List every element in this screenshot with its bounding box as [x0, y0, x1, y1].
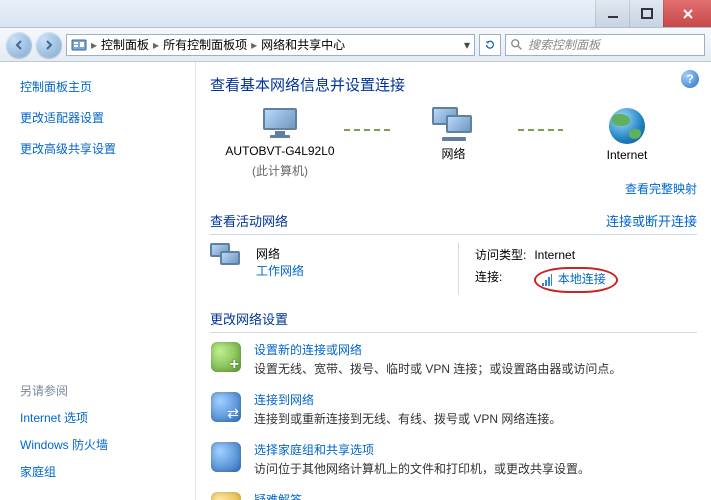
connect-disconnect-link[interactable]: 连接或断开连接 [606, 211, 697, 230]
breadcrumb-dropdown-icon[interactable]: ▾ [460, 38, 470, 52]
window-minimize-button[interactable] [595, 0, 629, 27]
sidebar-home-link[interactable]: 控制面板主页 [20, 78, 185, 95]
map-node-network[interactable]: 网络 [394, 107, 514, 180]
breadcrumb-item[interactable]: 所有控制面板项 [163, 36, 247, 53]
setting-title[interactable]: 连接到网络 [254, 391, 561, 408]
access-type-value: Internet [534, 245, 623, 265]
computer-icon [260, 108, 300, 140]
setting-item-homegroup-sharing: 选择家庭组和共享选项 访问位于其他网络计算机上的文件和打印机，或更改共享设置。 [210, 441, 697, 477]
setting-item-new-connection: 设置新的连接或网络 设置无线、宽带、拨号、临时或 VPN 连接；或设置路由器或访… [210, 341, 697, 377]
see-also-heading: 另请参阅 [20, 382, 185, 399]
breadcrumb[interactable]: ▸ 控制面板 ▸ 所有控制面板项 ▸ 网络和共享中心 ▾ [66, 34, 475, 56]
sidebar-item-adapter-settings[interactable]: 更改适配器设置 [20, 109, 185, 126]
window-close-button[interactable] [663, 0, 711, 27]
local-connection-link[interactable]: 本地连接 [558, 272, 606, 286]
see-also-windows-firewall[interactable]: Windows 防火墙 [20, 436, 185, 453]
breadcrumb-item[interactable]: 网络和共享中心 [261, 36, 345, 53]
content-area: ? 查看基本网络信息并设置连接 AUTOBVT-G4L92L0 (此计算机) 网… [196, 62, 711, 500]
access-type-label: 访问类型: [475, 245, 532, 265]
map-node-computer[interactable]: AUTOBVT-G4L92L0 (此计算机) [220, 108, 340, 179]
toolbar: ▸ 控制面板 ▸ 所有控制面板项 ▸ 网络和共享中心 ▾ 搜索控制面板 [0, 28, 711, 62]
window-maximize-button[interactable] [629, 0, 663, 27]
refresh-button[interactable] [479, 34, 501, 56]
network-label: 网络 [441, 145, 465, 162]
control-panel-icon [71, 37, 87, 53]
connection-label: 连接: [475, 267, 532, 293]
nav-back-button[interactable] [6, 32, 32, 58]
setting-item-troubleshoot: 疑难解答 诊断并修复网络问题，或获得故障排除信息。 [210, 491, 697, 500]
sidebar: 控制面板主页 更改适配器设置 更改高级共享设置 另请参阅 Internet 选项… [0, 62, 196, 500]
active-network-type-link[interactable]: 工作网络 [256, 264, 304, 278]
map-node-internet[interactable]: Internet [567, 108, 687, 180]
breadcrumb-item[interactable]: 控制面板 [101, 36, 149, 53]
setting-desc: 设置无线、宽带、拨号、临时或 VPN 连接；或设置路由器或访问点。 [254, 360, 621, 377]
setting-desc: 访问位于其他网络计算机上的文件和打印机，或更改共享设置。 [254, 460, 590, 477]
chevron-right-icon: ▸ [249, 38, 259, 52]
setting-item-connect-network: 连接到网络 连接到或重新连接到无线、有线、拨号或 VPN 网络连接。 [210, 391, 697, 427]
globe-icon [609, 108, 645, 144]
window-titlebar [0, 0, 711, 28]
annotation-circle: 本地连接 [534, 267, 617, 293]
see-also-homegroup[interactable]: 家庭组 [20, 463, 185, 480]
active-networks-heading: 查看活动网络 连接或断开连接 [210, 211, 697, 235]
chevron-right-icon: ▸ [89, 38, 99, 52]
search-placeholder: 搜索控制面板 [528, 36, 600, 53]
new-connection-icon [210, 341, 242, 373]
help-icon[interactable]: ? [681, 70, 699, 88]
map-connector-line [518, 129, 564, 131]
signal-icon [542, 274, 552, 286]
search-icon [510, 38, 524, 52]
setting-title[interactable]: 疑难解答 [254, 491, 494, 500]
sidebar-item-advanced-sharing[interactable]: 更改高级共享设置 [20, 140, 185, 157]
connect-network-icon [210, 391, 242, 423]
settings-list: 设置新的连接或网络 设置无线、宽带、拨号、临时或 VPN 连接；或设置路由器或访… [210, 341, 697, 500]
search-input[interactable]: 搜索控制面板 [505, 34, 705, 56]
map-connector-line [344, 129, 390, 131]
change-settings-heading: 更改网络设置 [210, 309, 697, 333]
active-network-block: 网络 工作网络 访问类型: Internet 连接: 本 [210, 243, 697, 295]
troubleshoot-icon [210, 491, 242, 500]
homegroup-icon [210, 441, 242, 473]
network-map: AUTOBVT-G4L92L0 (此计算机) 网络 Internet [210, 103, 697, 184]
view-full-map-link[interactable]: 查看完整映射 [625, 182, 697, 196]
active-network-name: 网络 [256, 247, 280, 261]
setting-desc: 连接到或重新连接到无线、有线、拨号或 VPN 网络连接。 [254, 410, 561, 427]
setting-title[interactable]: 选择家庭组和共享选项 [254, 441, 590, 458]
setting-title[interactable]: 设置新的连接或网络 [254, 341, 621, 358]
network-icon [432, 107, 476, 141]
computer-name: AUTOBVT-G4L92L0 [225, 144, 334, 158]
see-also-internet-options[interactable]: Internet 选项 [20, 409, 185, 426]
nav-forward-button[interactable] [36, 32, 62, 58]
page-title: 查看基本网络信息并设置连接 [210, 74, 697, 95]
internet-label: Internet [607, 148, 648, 162]
chevron-right-icon: ▸ [151, 38, 161, 52]
network-small-icon [210, 243, 244, 273]
computer-sub: (此计算机) [252, 162, 308, 179]
